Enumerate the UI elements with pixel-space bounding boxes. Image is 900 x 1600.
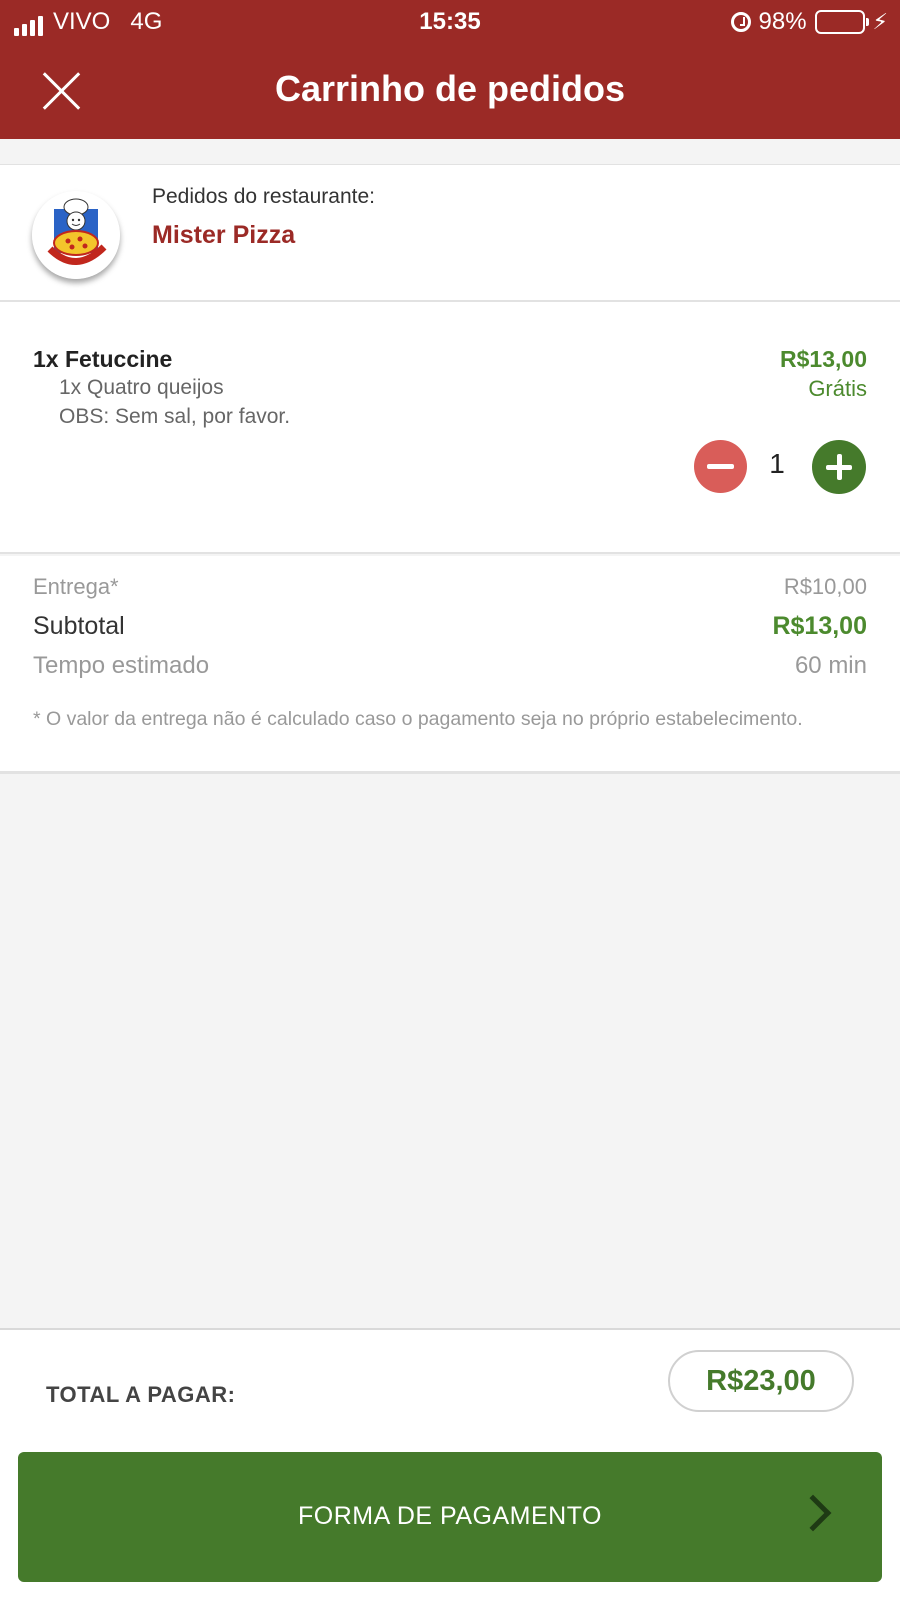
delivery-label: Entrega* — [33, 574, 119, 599]
checkout-footer: TOTAL A PAGAR: R$23,00 FORMA DE PAGAMENT… — [0, 1328, 900, 1600]
restaurant-logo — [32, 191, 120, 279]
restaurant-card: Pedidos do restaurante: Mister Pizza — [0, 164, 900, 302]
time-value: 60 min — [794, 652, 867, 679]
delivery-note: * O valor da entrega não é calculado cas… — [33, 708, 803, 730]
subtotal-label: Subtotal — [33, 612, 125, 640]
subtotal-row: Subtotal R$13,00 — [33, 612, 867, 641]
quantity-value: 1 — [769, 448, 785, 479]
app-header: VIVO 4G 15:35 98% ⚡ Carrinho de pedidos — [0, 0, 900, 139]
total-label: TOTAL A PAGAR: — [46, 1382, 236, 1407]
increase-quantity-button[interactable] — [812, 440, 866, 494]
charging-icon: ⚡ — [872, 9, 888, 34]
time-label: Tempo estimado — [33, 652, 210, 679]
delivery-value: R$10,00 — [783, 574, 867, 599]
status-bar: VIVO 4G 15:35 98% ⚡ — [0, 0, 900, 44]
restaurant-name[interactable]: Mister Pizza — [152, 221, 295, 250]
total-value: R$23,00 — [668, 1350, 854, 1412]
battery-percent: 98% — [758, 8, 807, 35]
alarm-icon — [730, 12, 751, 32]
restaurant-label: Pedidos do restaurante: — [152, 185, 375, 208]
item-obs: OBS: Sem sal, por favor. — [59, 405, 291, 428]
payment-method-label: FORMA DE PAGAMENTO — [298, 1502, 602, 1530]
order-item: 1x Fetuccine 1x Quatro queijos OBS: Sem … — [0, 302, 900, 554]
order-summary: Entrega* R$10,00 Subtotal R$13,00 Tempo … — [0, 556, 900, 774]
item-price: R$13,00 — [780, 346, 867, 372]
time-row: Tempo estimado 60 min — [33, 652, 867, 680]
item-option: 1x Quatro queijos — [59, 376, 224, 399]
delivery-row: Entrega* R$10,00 — [33, 574, 867, 600]
decrease-quantity-button[interactable] — [694, 440, 747, 493]
item-name: 1x Fetuccine — [33, 346, 173, 372]
subtotal-value: R$13,00 — [772, 612, 867, 640]
status-right: 98% ⚡ — [730, 8, 888, 36]
battery-icon — [814, 10, 869, 34]
payment-method-button[interactable]: FORMA DE PAGAMENTO — [18, 1452, 882, 1582]
page-title: Carrinho de pedidos — [274, 68, 626, 109]
item-option-price: Grátis — [808, 376, 867, 401]
